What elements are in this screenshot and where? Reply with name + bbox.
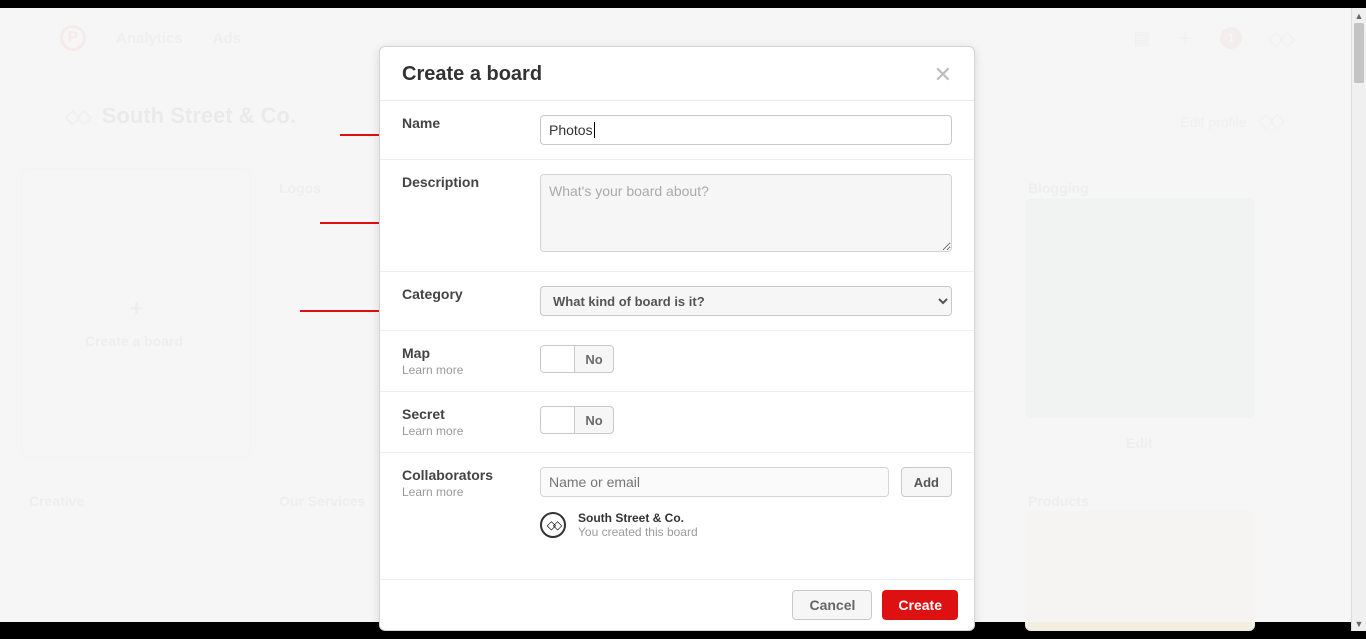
description-label: Description (402, 174, 522, 190)
secret-toggle-value: No (575, 407, 613, 433)
modal-title: Create a board (402, 63, 542, 86)
name-input[interactable]: Photos (540, 115, 952, 145)
map-toggle-knob (541, 346, 575, 372)
text-caret-icon (594, 122, 595, 138)
map-toggle-value: No (575, 346, 613, 372)
collaborators-label: Collaborators (402, 467, 522, 483)
map-learn-more[interactable]: Learn more (402, 363, 522, 377)
name-input-value: Photos (549, 122, 593, 138)
window-scrollbar[interactable]: ▲ ▼ (1351, 8, 1366, 631)
cancel-button[interactable]: Cancel (792, 590, 872, 620)
owner-avatar-icon: ◇◇ (540, 512, 566, 538)
collaborator-input[interactable] (540, 467, 889, 497)
secret-toggle[interactable]: No (540, 406, 614, 434)
scroll-up-icon[interactable]: ▲ (1352, 8, 1366, 23)
owner-name: South Street & Co. (578, 511, 698, 525)
secret-label: Secret (402, 406, 522, 422)
close-icon[interactable]: ✕ (934, 64, 952, 86)
collaborators-learn-more[interactable]: Learn more (402, 485, 522, 499)
map-toggle[interactable]: No (540, 345, 614, 373)
secret-learn-more[interactable]: Learn more (402, 424, 522, 438)
scroll-down-icon[interactable]: ▼ (1352, 616, 1366, 631)
secret-toggle-knob (541, 407, 575, 433)
scrollbar-thumb[interactable] (1354, 23, 1364, 83)
add-collaborator-button[interactable]: Add (901, 467, 952, 497)
category-select[interactable]: What kind of board is it? (540, 286, 952, 316)
name-label: Name (402, 115, 522, 131)
category-label: Category (402, 286, 522, 302)
map-label: Map (402, 345, 522, 361)
description-textarea[interactable] (540, 174, 952, 252)
owner-subtext: You created this board (578, 525, 698, 539)
create-board-modal: Create a board ✕ Name Photos Description… (379, 46, 975, 631)
create-button[interactable]: Create (882, 590, 958, 620)
